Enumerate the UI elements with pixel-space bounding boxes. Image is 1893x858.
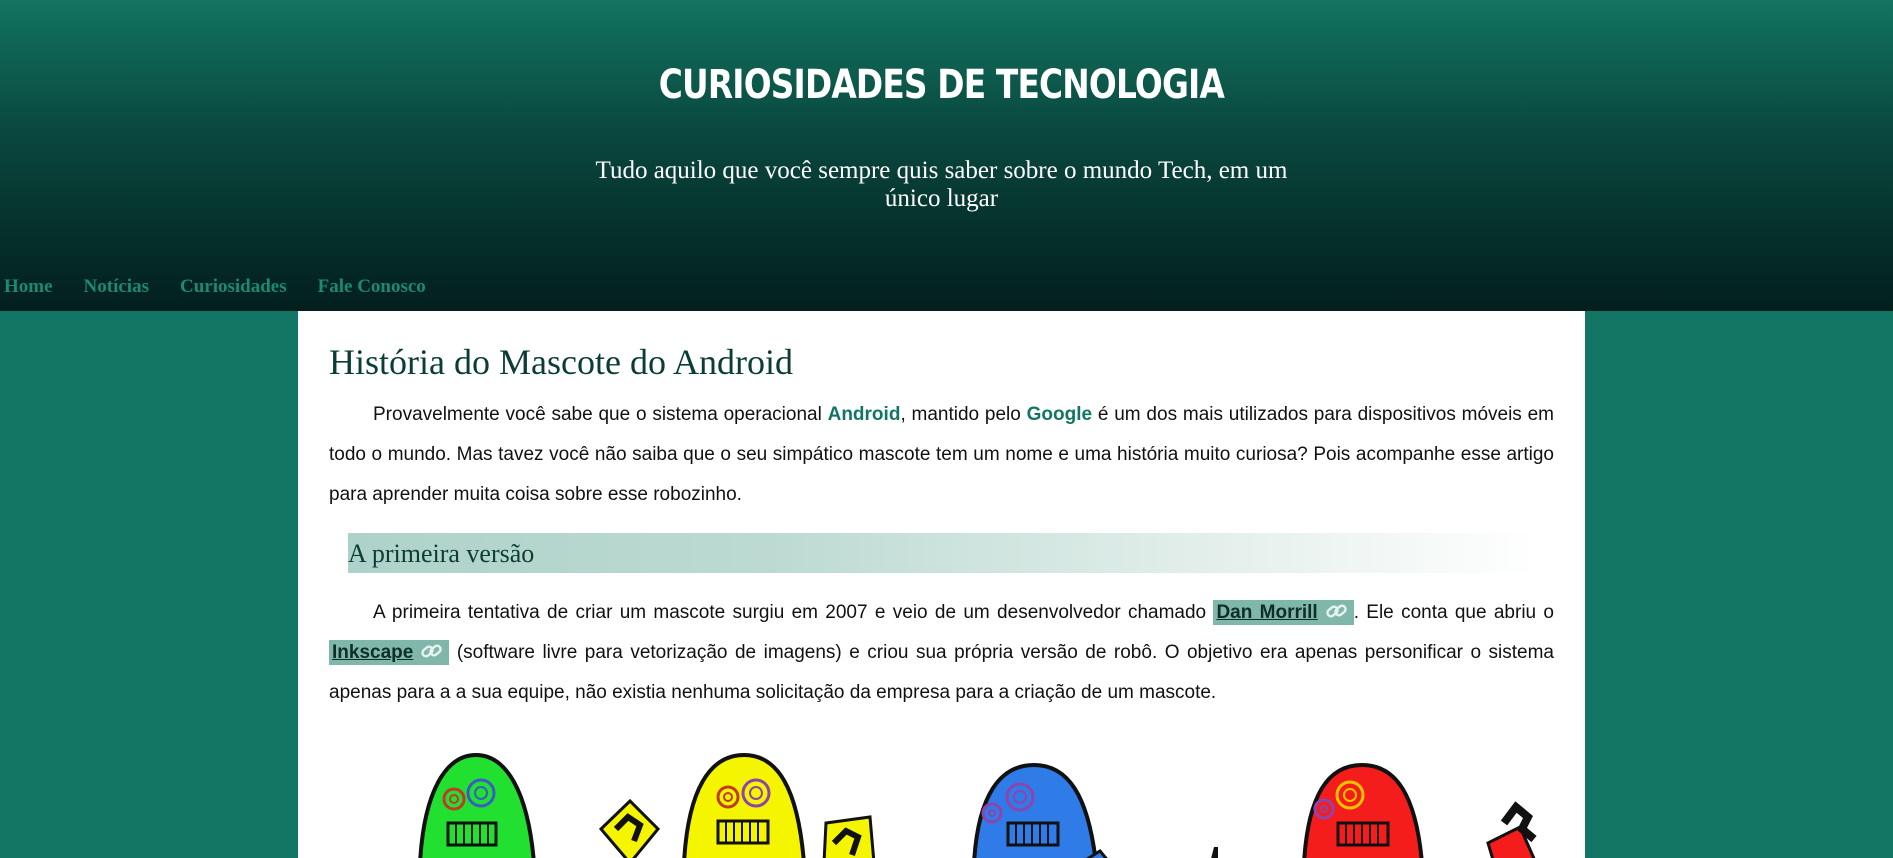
android-keyword: Android [827,404,901,425]
intro-text: Provavelmente você sabe que o sistema op… [373,404,828,425]
blue-robot [972,762,1108,858]
article: História do Mascote do Android Provavelm… [298,311,1585,858]
inkscape-link-label: Inkscape [332,642,414,663]
site-title: CURIOSIDADES DE TECNOLOGIA [658,62,1225,108]
site-header: CURIOSIDADES DE TECNOLOGIA Tudo aquilo q… [0,0,1893,311]
site-subtitle: Tudo aquilo que você sempre quis saber s… [595,157,1288,212]
article-title: História do Mascote do Android [329,342,793,382]
main-nav: Home Notícias Curiosidades Fale Conosco [4,276,457,298]
chain-link-icon [421,644,443,658]
yellow-sign-shape [598,798,661,858]
green-robot [418,752,536,858]
chain-link-icon [1325,604,1347,618]
section-heading-bar: A primeira versão [348,533,1538,573]
intro-text: , mantido pelo [900,404,1027,425]
red-robot [1302,762,1424,858]
android-mascot-robots-illustration [418,752,1537,858]
nav-contact-link[interactable]: Fale Conosco [318,276,426,298]
red-sign-shape [1486,801,1537,858]
section-heading: A primeira versão [348,539,535,568]
yellow-robot [682,752,806,858]
yellow-sign-shape [822,815,876,858]
intro-paragraph: Provavelmente você sabe que o sistema op… [329,395,1554,515]
section-text: A primeira tentativa de criar um mascote… [373,602,1214,623]
dan-morrill-link-label: Dan Morrill [1216,602,1318,623]
black-mark-shape [1211,847,1218,858]
dan-morrill-link[interactable]: Dan Morrill [1213,600,1354,625]
section-text: (software livre para vetorização de imag… [329,642,1554,703]
inkscape-link[interactable]: Inkscape [329,640,450,665]
section-text: . Ele conta que abriu o [1353,602,1554,623]
nav-curiosities-link[interactable]: Curiosidades [180,276,287,298]
section-paragraph: A primeira tentativa de criar um mascote… [329,593,1554,713]
nav-news-link[interactable]: Notícias [84,276,149,298]
nav-home-link[interactable]: Home [4,276,53,298]
google-keyword: Google [1026,404,1093,425]
